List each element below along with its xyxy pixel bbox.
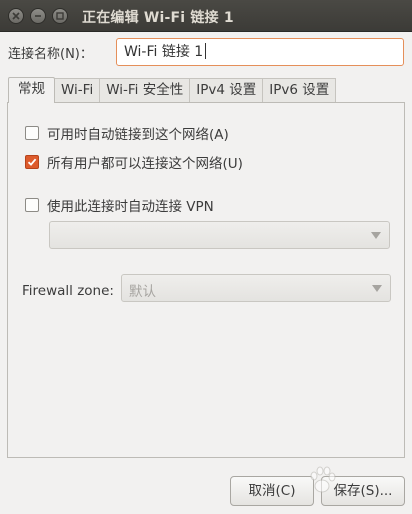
all-users-checkbox[interactable] bbox=[25, 155, 39, 169]
auto-connect-label: 可用时自动链接到这个网络(A) bbox=[47, 127, 229, 143]
close-window-button[interactable] bbox=[8, 8, 24, 24]
maximize-window-button[interactable] bbox=[52, 8, 68, 24]
auto-vpn-row[interactable]: 使用此连接时自动连接 VPN bbox=[25, 195, 214, 215]
all-users-row[interactable]: 所有用户都可以连接这个网络(U) bbox=[25, 152, 243, 172]
connection-name-row: 连接名称(N)： Wi-Fi 链接 1 bbox=[8, 38, 404, 66]
checkmark-icon bbox=[27, 158, 37, 166]
tab-ipv6-settings[interactable]: IPv6 设置 bbox=[263, 78, 337, 102]
all-users-label: 所有用户都可以连接这个网络(U) bbox=[47, 156, 243, 172]
maximize-icon bbox=[56, 12, 64, 20]
cancel-button[interactable]: 取消(C) bbox=[230, 476, 314, 506]
tab-wifi-security[interactable]: Wi-Fi 安全性 bbox=[100, 78, 191, 102]
general-tab-panel: 可用时自动链接到这个网络(A) 所有用户都可以连接这个网络(U) 使用此连接时自… bbox=[7, 102, 405, 458]
auto-connect-row[interactable]: 可用时自动链接到这个网络(A) bbox=[25, 123, 229, 143]
close-icon bbox=[12, 12, 20, 20]
tab-bar: 常规 Wi-Fi Wi-Fi 安全性 IPv4 设置 IPv6 设置 bbox=[8, 77, 337, 103]
firewall-zone-value: 默认 bbox=[129, 284, 156, 300]
auto-vpn-label: 使用此连接时自动连接 VPN bbox=[47, 199, 214, 215]
auto-vpn-checkbox[interactable] bbox=[25, 198, 39, 212]
window-title: 正在编辑 Wi-Fi 链接 1 bbox=[82, 10, 234, 26]
tab-wifi[interactable]: Wi-Fi bbox=[55, 78, 101, 102]
text-cursor bbox=[205, 43, 207, 59]
tab-ipv4-settings[interactable]: IPv4 设置 bbox=[190, 78, 264, 102]
connection-name-input[interactable]: Wi-Fi 链接 1 bbox=[116, 38, 404, 66]
window-titlebar: 正在编辑 Wi-Fi 链接 1 bbox=[0, 0, 412, 32]
minimize-icon bbox=[35, 15, 41, 17]
vpn-select[interactable] bbox=[49, 221, 390, 249]
chevron-down-icon bbox=[372, 285, 382, 292]
auto-connect-checkbox[interactable] bbox=[25, 126, 39, 140]
connection-name-label: 连接名称(N)： bbox=[8, 47, 93, 62]
chevron-down-icon bbox=[371, 232, 381, 239]
connection-name-value: Wi-Fi 链接 1 bbox=[124, 44, 204, 60]
save-button[interactable]: 保存(S)... bbox=[321, 476, 405, 506]
firewall-zone-select[interactable]: 默认 bbox=[121, 274, 391, 302]
tab-general[interactable]: 常规 bbox=[8, 77, 55, 103]
minimize-window-button[interactable] bbox=[30, 8, 46, 24]
firewall-zone-label: Firewall zone: bbox=[22, 283, 114, 299]
